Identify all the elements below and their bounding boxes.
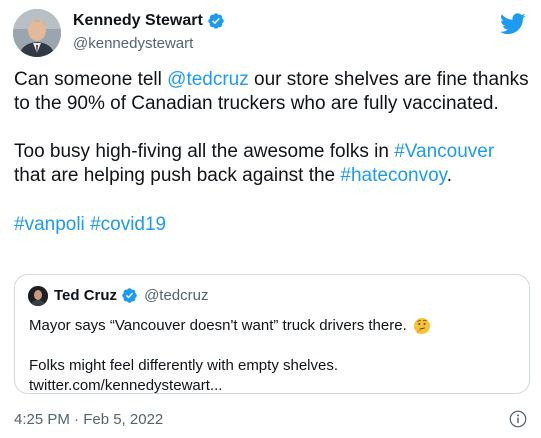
tweet-link[interactable]: #vanpoli [14, 214, 85, 235]
tweet-text: that are helping push back against the [14, 165, 341, 186]
tweet-link[interactable]: #Vancouver [394, 141, 494, 162]
quoted-tweet[interactable]: Ted Cruz @tedcruz Mayor says “Vancouver … [14, 274, 530, 394]
quoted-author-name[interactable]: Ted Cruz [54, 287, 117, 304]
quoted-link[interactable]: twitter.com/kennedystewart... [29, 376, 519, 396]
author-name-row: Kennedy Stewart [73, 12, 225, 30]
quoted-line-2: Folks might feel differently with empty … [29, 357, 339, 374]
tweet-link[interactable]: #covid19 [90, 214, 166, 235]
tweet-paragraph-1: Can someone tell @tedcruz our store shel… [14, 68, 529, 116]
tweet-body: Can someone tell @tedcruz our store shel… [14, 68, 529, 237]
verified-badge-icon [121, 287, 138, 304]
tweet-link[interactable]: @tedcruz [167, 69, 249, 90]
quoted-line-1-text: Mayor says “Vancouver doesn't want” truc… [29, 317, 407, 334]
twitter-bird-icon[interactable] [500, 13, 526, 35]
quoted-author-handle[interactable]: @tedcruz [144, 287, 208, 304]
tweet-link[interactable]: #hateconvoy [340, 165, 446, 186]
tweet-card: Kennedy Stewart @kennedystewart Can some… [0, 0, 541, 438]
author-name[interactable]: Kennedy Stewart [73, 12, 203, 30]
quoted-text: Mayor says “Vancouver doesn't want” truc… [29, 316, 519, 396]
quoted-header: Ted Cruz @tedcruz [54, 287, 208, 304]
tweet-text: Too busy high-fiving all the awesome fol… [14, 141, 395, 162]
tweet-text: . [446, 165, 453, 186]
tweet-text: Can someone tell [14, 69, 168, 90]
verified-badge-icon [207, 12, 225, 30]
author-avatar[interactable] [13, 9, 61, 57]
quoted-line-1: Mayor says “Vancouver doesn't want” truc… [29, 316, 519, 336]
info-icon[interactable] [509, 410, 527, 428]
tweet-timestamp[interactable]: 4:25 PM · Feb 5, 2022 [14, 411, 163, 428]
quoted-author-avatar[interactable] [28, 286, 48, 306]
author-handle[interactable]: @kennedystewart [73, 35, 193, 52]
tweet-paragraph-2: Too busy high-fiving all the awesome fol… [14, 140, 529, 188]
thinking-face-icon [413, 317, 431, 335]
tweet-paragraph-3: #vanpoli #covid19 [14, 213, 529, 237]
